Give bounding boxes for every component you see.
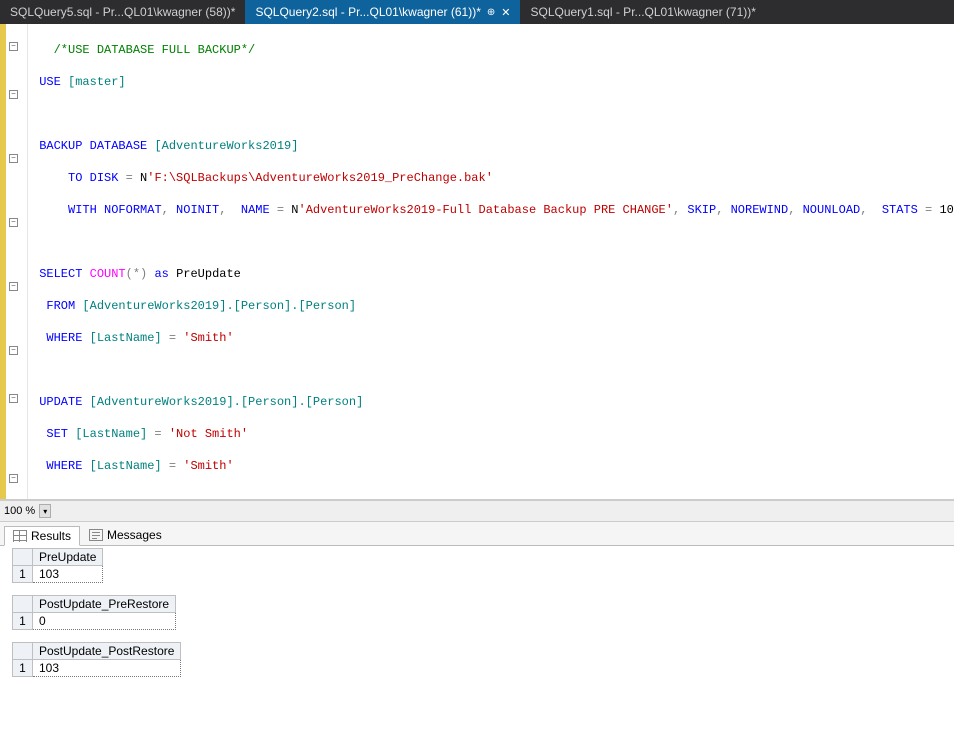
code-ident: [LastName] bbox=[75, 427, 147, 441]
tab-sqlquery5[interactable]: SQLQuery5.sql - Pr...QL01\kwagner (58))* bbox=[0, 0, 245, 24]
code-kw: TO bbox=[68, 171, 82, 185]
tab-results[interactable]: Results bbox=[4, 526, 80, 546]
row-header[interactable]: 1 bbox=[13, 613, 33, 630]
code-kw: DISK bbox=[90, 171, 119, 185]
code-kw: as bbox=[147, 267, 176, 281]
code-comment: /*USE DATABASE FULL BACKUP*/ bbox=[54, 43, 256, 57]
grid-cell[interactable]: 0 bbox=[33, 613, 176, 630]
tab-sqlquery2[interactable]: SQLQuery2.sql - Pr...QL01\kwagner (61))*… bbox=[245, 0, 520, 24]
result-grid: PreUpdate 1103 bbox=[12, 548, 952, 583]
code-kw: WITH bbox=[68, 203, 97, 217]
results-tabstrip: Results Messages bbox=[0, 522, 954, 546]
column-header[interactable]: PostUpdate_PostRestore bbox=[33, 643, 181, 660]
fold-toggle[interactable]: − bbox=[9, 394, 18, 403]
row-header[interactable]: 1 bbox=[13, 660, 33, 677]
fold-toggle[interactable]: − bbox=[9, 154, 18, 163]
code-kw: SET bbox=[46, 427, 68, 441]
code-kw: FROM bbox=[46, 299, 75, 313]
code-kw: NOINIT bbox=[176, 203, 219, 217]
editor-gutter: − − − − − − − − bbox=[0, 24, 28, 499]
code-op: = bbox=[918, 203, 940, 217]
pin-icon[interactable]: ⊕ bbox=[487, 7, 495, 18]
code-ident: [AdventureWorks2019] bbox=[154, 139, 298, 153]
zoom-value: 100 % bbox=[4, 505, 35, 517]
document-tabbar: SQLQuery5.sql - Pr...QL01\kwagner (58))*… bbox=[0, 0, 954, 24]
fold-toggle[interactable]: − bbox=[9, 474, 18, 483]
code-kw: SKIP bbox=[687, 203, 716, 217]
code-kw: USE bbox=[39, 75, 61, 89]
fold-toggle[interactable]: − bbox=[9, 218, 18, 227]
tab-label: Results bbox=[31, 529, 71, 543]
result-grid: PostUpdate_PreRestore 10 bbox=[12, 595, 952, 630]
results-pane[interactable]: PreUpdate 1103 PostUpdate_PreRestore 10 … bbox=[0, 546, 954, 731]
code-str: 'F:\SQLBackups\AdventureWorks2019_PreCha… bbox=[147, 171, 493, 185]
grid-icon bbox=[13, 530, 27, 542]
code-str: 'Smith' bbox=[183, 331, 233, 345]
column-header[interactable]: PreUpdate bbox=[33, 549, 103, 566]
close-icon[interactable]: ✕ bbox=[501, 6, 510, 19]
fold-gutter: − − − − − − − − bbox=[6, 24, 27, 499]
fold-toggle[interactable]: − bbox=[9, 346, 18, 355]
code-ident: PreUpdate bbox=[176, 267, 241, 281]
code-op: = bbox=[162, 459, 184, 473]
code-ident: [AdventureWorks2019].[Person].[Person] bbox=[90, 395, 364, 409]
tab-label: Messages bbox=[107, 528, 162, 542]
code-op: = bbox=[147, 427, 169, 441]
code-ident: [AdventureWorks2019].[Person].[Person] bbox=[82, 299, 356, 313]
code-kw: NOUNLOAD bbox=[803, 203, 861, 217]
code-op: = bbox=[118, 171, 140, 185]
fold-toggle[interactable]: − bbox=[9, 42, 18, 51]
code-op: (*) bbox=[126, 267, 148, 281]
code-ident: [master] bbox=[68, 75, 126, 89]
zoom-bar: 100 % ▾ bbox=[0, 500, 954, 522]
grid-corner[interactable] bbox=[13, 549, 33, 566]
zoom-dropdown[interactable]: ▾ bbox=[39, 504, 51, 518]
code-kw: WHERE bbox=[46, 331, 82, 345]
tab-sqlquery1[interactable]: SQLQuery1.sql - Pr...QL01\kwagner (71))* bbox=[520, 0, 765, 24]
tab-messages[interactable]: Messages bbox=[80, 525, 171, 545]
messages-icon bbox=[89, 529, 103, 541]
code-area[interactable]: /*USE DATABASE FULL BACKUP*/ USE [master… bbox=[28, 24, 954, 499]
code-ident: [LastName] bbox=[90, 331, 162, 345]
grid-cell[interactable]: 103 bbox=[33, 566, 103, 583]
code-kw: STATS bbox=[882, 203, 918, 217]
grid-cell[interactable]: 103 bbox=[33, 660, 181, 677]
code-kw: WHERE bbox=[46, 459, 82, 473]
code-kw: DATABASE bbox=[90, 139, 148, 153]
grid-corner[interactable] bbox=[13, 643, 33, 660]
code-fn: COUNT bbox=[90, 267, 126, 281]
fold-toggle[interactable]: − bbox=[9, 90, 18, 99]
code-kw: NAME bbox=[241, 203, 270, 217]
code-kw: SELECT bbox=[39, 267, 82, 281]
code-str: 'Smith' bbox=[183, 459, 233, 473]
fold-toggle[interactable]: − bbox=[9, 282, 18, 291]
row-header[interactable]: 1 bbox=[13, 566, 33, 583]
code-str: 'AdventureWorks2019-Full Database Backup… bbox=[299, 203, 673, 217]
code-kw: NOREWIND bbox=[731, 203, 789, 217]
code-kw: NOFORMAT bbox=[104, 203, 162, 217]
code-prefix: N bbox=[291, 203, 298, 217]
column-header[interactable]: PostUpdate_PreRestore bbox=[33, 596, 176, 613]
code-kw: BACKUP bbox=[39, 139, 82, 153]
result-grid: PostUpdate_PostRestore 1103 bbox=[12, 642, 952, 677]
code-editor[interactable]: − − − − − − − − /*USE DATABASE FULL BACK… bbox=[0, 24, 954, 500]
code-str: 'Not Smith' bbox=[169, 427, 248, 441]
code-op: = bbox=[270, 203, 292, 217]
grid-corner[interactable] bbox=[13, 596, 33, 613]
code-kw: UPDATE bbox=[39, 395, 82, 409]
code-op: = bbox=[162, 331, 184, 345]
code-num: 10 bbox=[939, 203, 953, 217]
code-ident: [LastName] bbox=[90, 459, 162, 473]
